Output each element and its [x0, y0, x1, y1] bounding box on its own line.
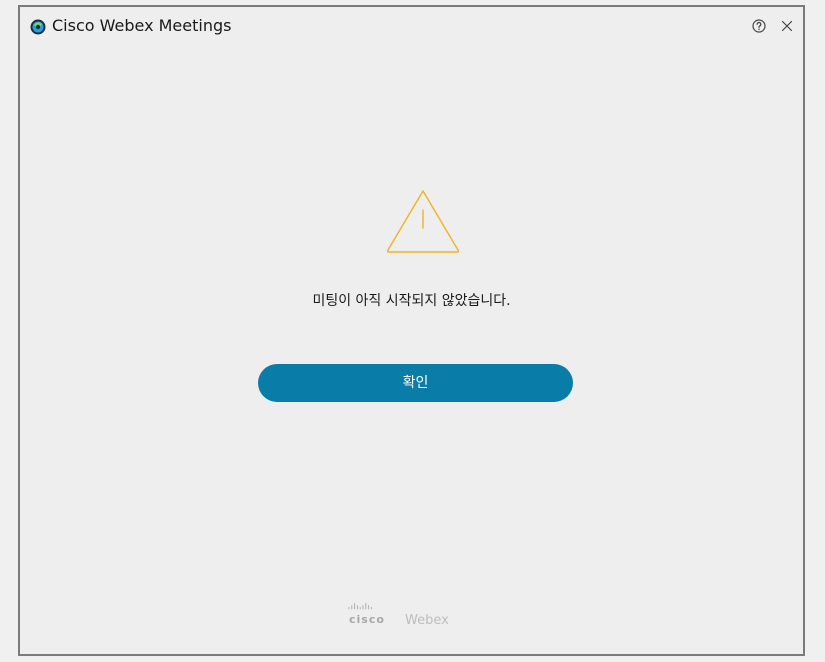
close-icon[interactable] — [778, 17, 796, 35]
dialog-window: Cisco Webex Meetings 미팅이 아직 시작되지 않았습니다. … — [18, 5, 805, 656]
status-message: 미팅이 아직 시작되지 않았습니다. — [312, 293, 511, 309]
webex-wordmark: Webex — [405, 613, 449, 628]
window-title: Cisco Webex Meetings — [52, 16, 232, 35]
cisco-wordmark: cisco — [349, 613, 385, 626]
ok-button[interactable]: 확인 — [258, 364, 573, 402]
cisco-bars-icon — [348, 603, 372, 610]
warning-triangle-icon — [386, 190, 460, 253]
help-icon[interactable] — [750, 17, 768, 35]
cisco-webex-logo: cisco Webex — [348, 600, 488, 632]
title-bar: Cisco Webex Meetings — [20, 7, 803, 47]
webex-logo-icon — [30, 19, 46, 35]
